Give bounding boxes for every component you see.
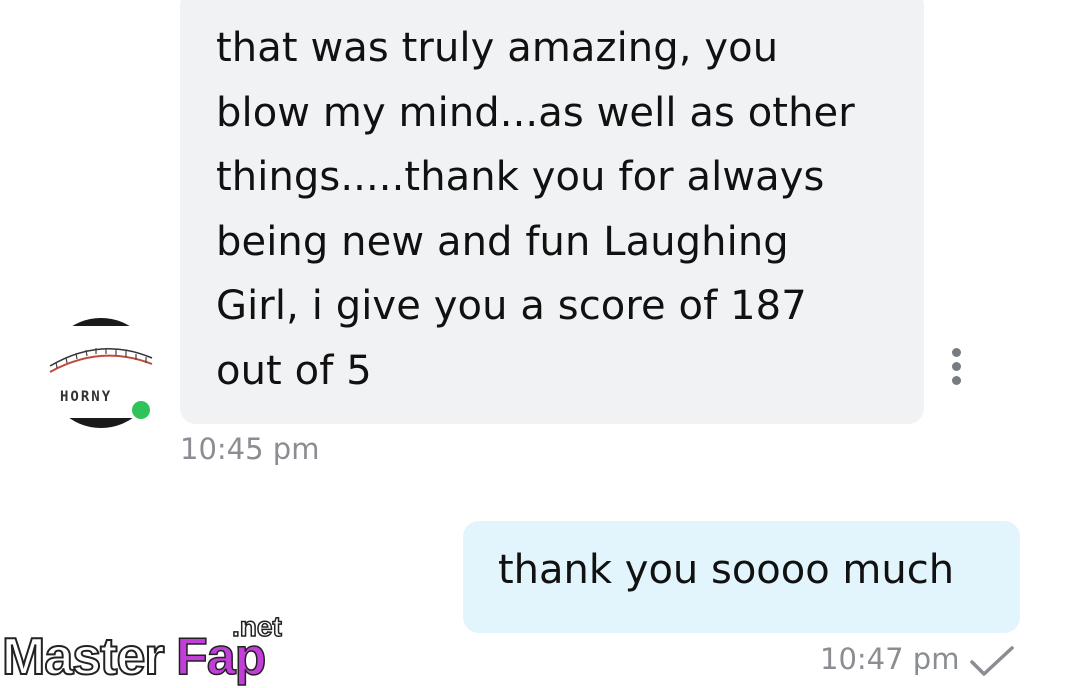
watermark-logo: .net Master Fap [1, 610, 283, 687]
more-vertical-icon[interactable] [946, 346, 968, 388]
watermark-word-left: Master [2, 628, 164, 686]
watermark-word-right: Fap [176, 628, 265, 686]
online-status-dot [129, 398, 153, 422]
avatar[interactable]: HORNY [46, 318, 156, 428]
outgoing-message-text: thank you soooo much [498, 547, 955, 593]
incoming-message-text: that was truly amazing, you blow my mind… [216, 25, 855, 394]
outgoing-timestamp: 10:47 pm [820, 642, 960, 676]
avatar-label: HORNY [60, 389, 112, 405]
incoming-timestamp: 10:45 pm [180, 432, 320, 466]
check-icon [970, 646, 1014, 676]
